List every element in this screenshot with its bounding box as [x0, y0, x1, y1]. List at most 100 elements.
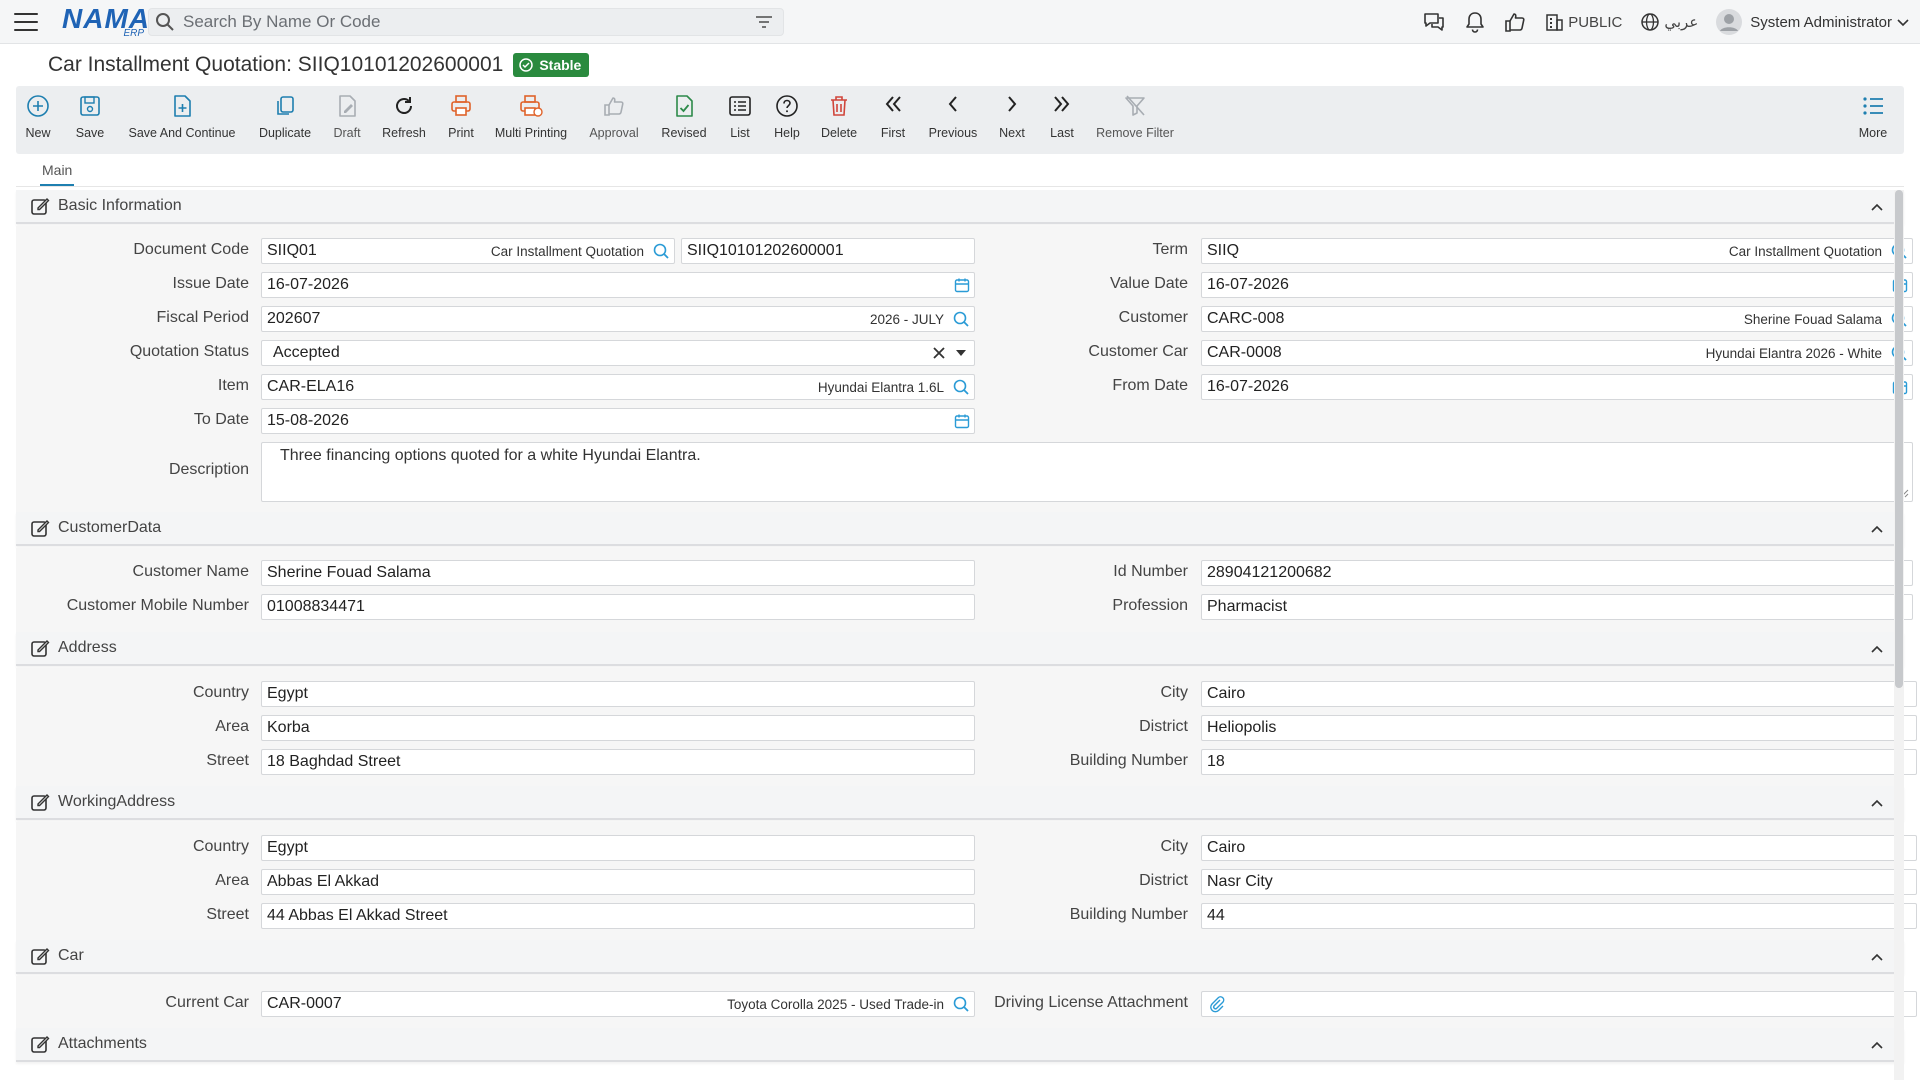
chevron-up-icon[interactable] — [1870, 1038, 1884, 1052]
work-district-field[interactable]: Nasr City — [1201, 869, 1917, 895]
from-date-field[interactable]: 16-07-2026 — [1201, 374, 1913, 400]
customer-mobile-field[interactable]: 01008834471 — [261, 594, 975, 620]
revised-button[interactable]: Revised — [661, 86, 707, 154]
work-street-field[interactable]: 44 Abbas El Akkad Street — [261, 903, 975, 929]
print-button[interactable]: Print — [446, 86, 476, 154]
chevron-right-icon — [1008, 96, 1017, 112]
car-header[interactable]: Car — [16, 940, 1904, 974]
current-car-field[interactable]: CAR-0007 Toyota Corolla 2025 - Used Trad… — [261, 991, 975, 1017]
city-field[interactable]: Cairo — [1201, 681, 1917, 707]
document-number-field[interactable]: SIIQ10101202600001 — [681, 238, 975, 264]
notification-bell-icon[interactable] — [1464, 10, 1486, 34]
lookup-search-icon[interactable] — [952, 378, 970, 396]
customer-field[interactable]: CARC-008 Sherine Fouad Salama — [1201, 306, 1913, 332]
work-building-number-field[interactable]: 44 — [1201, 903, 1917, 929]
work-area-field[interactable]: Abbas El Akkad — [261, 869, 975, 895]
current-car-value: CAR-0007 — [267, 995, 342, 1012]
chevron-up-icon[interactable] — [1870, 950, 1884, 964]
draft-label: Draft — [333, 126, 361, 140]
lookup-search-icon[interactable] — [952, 995, 970, 1013]
language-switch[interactable]: عربي — [1640, 12, 1698, 32]
save-and-continue-button[interactable]: Save And Continue — [128, 86, 236, 154]
approval-button[interactable]: Approval — [589, 86, 639, 154]
last-button[interactable]: Last — [1048, 86, 1076, 154]
multi-printing-button[interactable]: Multi Printing — [494, 86, 568, 154]
clear-icon[interactable] — [932, 346, 946, 360]
multi-printing-label: Multi Printing — [494, 126, 568, 140]
customer-label: Customer — [1118, 309, 1188, 326]
quotation-status-label: Quotation Status — [129, 343, 249, 360]
refresh-button[interactable]: Refresh — [380, 86, 428, 154]
search-input[interactable] — [175, 9, 755, 35]
chevron-up-icon[interactable] — [1870, 796, 1884, 810]
previous-button[interactable]: Previous — [928, 86, 978, 154]
tab-main[interactable]: Main — [40, 160, 75, 186]
country-field[interactable]: Egypt — [261, 681, 975, 707]
form-area: Basic Information Document Code SIIQ01 C… — [16, 190, 1917, 1080]
help-button[interactable]: Help — [774, 86, 800, 154]
scrollbar-thumb[interactable] — [1895, 190, 1903, 688]
public-branch-button[interactable]: PUBLIC — [1544, 12, 1622, 32]
from-date-label: From Date — [1112, 377, 1188, 394]
area-field[interactable]: Korba — [261, 715, 975, 741]
to-date-field[interactable]: 15-08-2026 — [261, 408, 975, 434]
caret-down-icon[interactable] — [956, 349, 966, 357]
page-header: Car Installment Quotation: SIIQ101012026… — [48, 50, 590, 80]
customer-data-header[interactable]: CustomerData — [16, 512, 1904, 546]
lookup-search-icon[interactable] — [652, 242, 670, 260]
customer-car-field[interactable]: CAR-0008 Hyundai Elantra 2026 - White — [1201, 340, 1913, 366]
user-menu[interactable]: System Administrator — [1716, 9, 1910, 35]
nama-erp-logo[interactable]: NAMA ERP — [62, 4, 150, 39]
district-field[interactable]: Heliopolis — [1201, 715, 1917, 741]
next-button[interactable]: Next — [998, 86, 1026, 154]
working-address-header[interactable]: WorkingAddress — [16, 786, 1904, 820]
term-field[interactable]: SIIQ Car Installment Quotation — [1201, 238, 1913, 264]
chat-icon[interactable] — [1422, 11, 1446, 33]
fiscal-period-field[interactable]: 202607 2026 - JULY — [261, 306, 975, 332]
work-country-field[interactable]: Egypt — [261, 835, 975, 861]
customer-mobile-label: Customer Mobile Number — [66, 597, 249, 614]
current-car-description: Toyota Corolla 2025 - Used Trade-in — [727, 996, 944, 1012]
item-field[interactable]: CAR-ELA16 Hyundai Elantra 1.6L — [261, 374, 975, 400]
street-field[interactable]: 18 Baghdad Street — [261, 749, 975, 775]
filter-lines-icon[interactable] — [755, 15, 773, 29]
document-code-label: Document Code — [133, 241, 249, 258]
chevron-up-icon[interactable] — [1870, 200, 1884, 214]
calendar-icon[interactable] — [954, 277, 970, 293]
chevron-up-icon[interactable] — [1870, 642, 1884, 656]
new-button[interactable]: New — [26, 86, 51, 154]
delete-button[interactable]: Delete — [821, 86, 857, 154]
work-district-value: Nasr City — [1207, 873, 1273, 890]
calendar-icon[interactable] — [954, 413, 970, 429]
work-city-field[interactable]: Cairo — [1201, 835, 1917, 861]
value-date-field[interactable]: 16-07-2026 — [1201, 272, 1913, 298]
profession-field[interactable]: Pharmacist — [1201, 594, 1913, 620]
issue-date-value: 16-07-2026 — [267, 276, 349, 293]
thumbs-up-icon[interactable] — [1504, 11, 1526, 33]
more-button[interactable]: More — [1858, 86, 1888, 154]
driving-license-attachment-field[interactable] — [1201, 991, 1917, 1017]
chevron-up-icon[interactable] — [1870, 522, 1884, 536]
id-number-field[interactable]: 28904121200682 — [1201, 560, 1913, 586]
edit-square-icon — [30, 638, 50, 658]
first-button[interactable]: First — [880, 86, 906, 154]
city-value: Cairo — [1207, 685, 1246, 702]
document-code-field[interactable]: SIIQ01 Car Installment Quotation — [261, 238, 675, 264]
paperclip-icon[interactable] — [1208, 995, 1226, 1013]
menu-icon[interactable] — [14, 12, 38, 31]
save-button[interactable]: Save — [76, 86, 104, 154]
quotation-status-select[interactable]: Accepted — [261, 340, 975, 366]
issue-date-field[interactable]: 16-07-2026 — [261, 272, 975, 298]
address-header[interactable]: Address — [16, 632, 1904, 666]
customer-name-field[interactable]: Sherine Fouad Salama — [261, 560, 975, 586]
chevron-left-icon — [948, 96, 957, 112]
attachments-header[interactable]: Attachments — [16, 1028, 1904, 1062]
basic-information-header[interactable]: Basic Information — [16, 190, 1904, 224]
duplicate-button[interactable]: Duplicate — [258, 86, 312, 154]
building-number-field[interactable]: 18 — [1201, 749, 1917, 775]
remove-filter-button[interactable]: Remove Filter — [1096, 86, 1174, 154]
lookup-search-icon[interactable] — [952, 310, 970, 328]
list-button[interactable]: List — [728, 86, 752, 154]
description-textarea[interactable]: Three financing options quoted for a whi… — [261, 442, 1913, 502]
draft-button[interactable]: Draft — [332, 86, 362, 154]
